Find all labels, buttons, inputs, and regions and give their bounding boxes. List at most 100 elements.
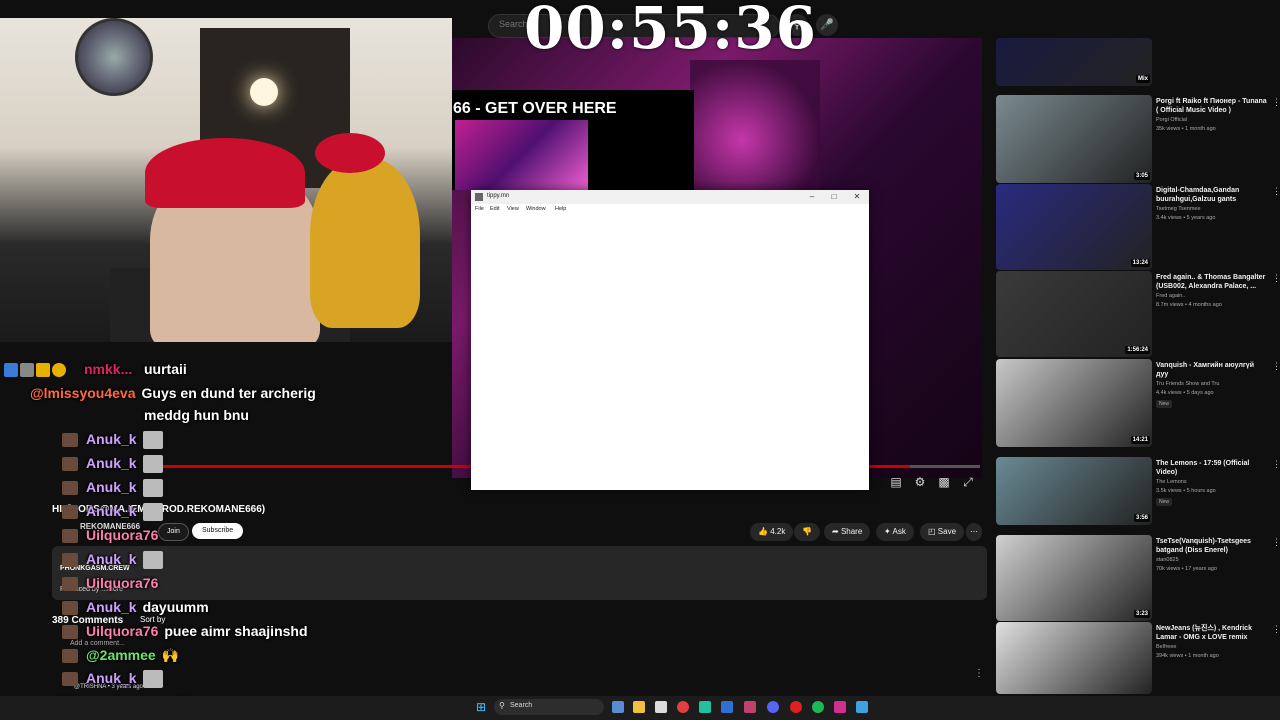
video-channel[interactable]: The Lemons: [1156, 479, 1187, 485]
recommended-video[interactable]: Mix: [996, 38, 1276, 86]
chat-message: Uilquora76: [62, 575, 164, 592]
minimize-icon[interactable]: –: [801, 191, 823, 203]
more-options-icon[interactable]: ⋮: [1272, 186, 1280, 197]
description-box[interactable]: [52, 546, 987, 600]
taskbar-search[interactable]: ⚲ Search: [494, 699, 604, 715]
save-button[interactable]: ◰ Save: [920, 523, 965, 541]
video-title[interactable]: Vanquish - Хамгийн аюулгүй дуу: [1156, 361, 1268, 379]
recommended-video[interactable]: NewJeans (뉴진스) , Kendrick Lamar - OMG x …: [996, 622, 1280, 694]
video-thumbnail[interactable]: 3:05: [996, 95, 1152, 183]
like-button[interactable]: 👍 4.2k: [750, 523, 794, 541]
menu-help[interactable]: Help: [555, 206, 566, 212]
close-icon[interactable]: ✕: [846, 191, 868, 203]
chat-message: Anuk_k: [62, 670, 163, 689]
taskbar-search-icon: ⚲: [499, 701, 505, 710]
video-thumbnail[interactable]: 3:56: [996, 457, 1152, 525]
video-title[interactable]: TseTse(Vanquish)-Tsetsgees batgand (Diss…: [1156, 537, 1268, 555]
more-options-icon[interactable]: ⋮: [1272, 361, 1280, 372]
chat-avatar: [62, 577, 78, 592]
new-badge: New: [1156, 498, 1173, 506]
chat-username: Anuk_k: [86, 599, 137, 615]
more-options-icon[interactable]: ⋮: [1272, 459, 1280, 470]
discord-icon[interactable]: [767, 701, 779, 713]
recommended-video[interactable]: 3:05 Porgi ft Raiko ft Пионер - Tunana ( …: [996, 95, 1280, 183]
chrome-icon[interactable]: [677, 701, 689, 713]
window-menubar: File Edit View Window Help: [471, 204, 869, 216]
more-actions-icon[interactable]: ⋯: [966, 523, 982, 541]
video-meta: 70k views • 17 years ago: [1156, 566, 1217, 572]
calculator-icon[interactable]: [655, 701, 667, 713]
recommended-video[interactable]: 3:23 TseTse(Vanquish)-Tsetsgees batgand (…: [996, 535, 1280, 621]
video-duration: 3:23: [1133, 610, 1150, 618]
video-thumbnail[interactable]: Mix: [996, 38, 1152, 86]
menu-file[interactable]: File: [475, 206, 484, 212]
menu-edit[interactable]: Edit: [490, 206, 499, 212]
chat-message: @lmissyou4eva Guys en dund ter archerig: [30, 385, 316, 401]
recommended-video[interactable]: 13:24 Digital-Chamdaa,Gandan buurahgui,Ga…: [996, 184, 1280, 270]
video-title[interactable]: Digital-Chamdaa,Gandan buurahgui,Galzuu …: [1156, 186, 1268, 204]
more-options-icon[interactable]: ⋮: [1272, 97, 1280, 108]
fullscreen-icon[interactable]: ⤢: [960, 475, 976, 489]
video-channel[interactable]: stan0825: [1156, 557, 1179, 563]
comment-menu-icon[interactable]: ⋮: [974, 668, 984, 679]
more-options-icon[interactable]: ⋮: [1272, 273, 1280, 284]
video-channel[interactable]: Tru Friends Show and Tru: [1156, 381, 1219, 387]
chat-emote: [142, 551, 163, 570]
task-view-icon[interactable]: [612, 701, 624, 713]
more-options-icon[interactable]: ⋮: [1272, 537, 1280, 548]
video-title[interactable]: Porgi ft Raiko ft Пионер - Tunana ( Offi…: [1156, 97, 1268, 115]
more-options-icon[interactable]: ⋮: [1272, 624, 1280, 635]
app-window[interactable]: tippy.mn – □ ✕ File Edit View Window Hel…: [471, 190, 869, 490]
recommended-video[interactable]: 3:56 The Lemons - 17:59 (Official Video) T…: [996, 457, 1280, 525]
video-title[interactable]: NewJeans (뉴진스) , Kendrick Lamar - OMG x …: [1156, 624, 1268, 642]
windows-start-icon[interactable]: ⊞: [474, 700, 488, 714]
video-title[interactable]: Fred again.. & Thomas Bangalter (USB002,…: [1156, 273, 1268, 291]
add-comment-input[interactable]: Add a comment...: [70, 640, 125, 647]
chat-avatar: [62, 649, 78, 664]
file-explorer-icon[interactable]: [633, 701, 645, 713]
dislike-button[interactable]: 👎: [794, 523, 820, 541]
opera-icon[interactable]: [790, 701, 802, 713]
video-thumbnail[interactable]: [996, 622, 1152, 694]
subtitles-icon[interactable]: ▤: [888, 475, 904, 489]
app-icon-magenta[interactable]: [834, 701, 846, 713]
subscribe-button[interactable]: Subscribe: [192, 523, 244, 539]
chat-avatar: [62, 553, 78, 568]
chat-badge-icon: [36, 363, 50, 378]
stream-timer: 00:55:36: [524, 0, 817, 62]
chat-emote: [142, 479, 163, 498]
notepad-icon[interactable]: [856, 701, 868, 713]
video-channel[interactable]: Tsetmeg Tsenmee: [1156, 206, 1201, 212]
app-icon-pink[interactable]: [744, 701, 756, 713]
video-thumbnail[interactable]: 13:24: [996, 184, 1152, 270]
chat-username: Anuk_k: [86, 551, 137, 567]
webcam-streamer-cap: [145, 138, 305, 208]
chat-message: Uilquora76: [62, 527, 164, 544]
theater-mode-icon[interactable]: ▩: [936, 475, 952, 489]
video-channel[interactable]: Belfreee: [1156, 644, 1177, 650]
video-channel[interactable]: Fred again..: [1156, 293, 1185, 299]
video-channel[interactable]: Porgi Official: [1156, 117, 1187, 123]
video-thumbnail[interactable]: 14:21: [996, 359, 1152, 447]
chat-message: Anuk_k: [62, 431, 163, 450]
recommended-video[interactable]: 1:56:24 Fred again.. & Thomas Bangalter (…: [996, 271, 1280, 357]
maximize-icon[interactable]: □: [823, 191, 845, 203]
video-thumbnail[interactable]: 1:56:24: [996, 271, 1152, 357]
spotify-icon[interactable]: [812, 701, 824, 713]
window-titlebar[interactable]: tippy.mn – □ ✕: [471, 190, 869, 204]
share-button[interactable]: ➦ Share: [824, 523, 871, 541]
ask-button[interactable]: ✦ Ask: [876, 523, 914, 541]
menu-window[interactable]: Window: [526, 206, 546, 212]
microphone-icon[interactable]: 🎤: [816, 14, 838, 36]
recommended-video[interactable]: 14:21 Vanquish - Хамгийн аюулгүй дуу Tru F…: [996, 359, 1280, 447]
chat-message-text: puee aimr shaajinshd: [164, 623, 308, 639]
chat-avatar: [62, 529, 78, 544]
video-thumbnail[interactable]: 3:23: [996, 535, 1152, 621]
video-title[interactable]: The Lemons - 17:59 (Official Video): [1156, 459, 1268, 477]
app-icon-teal[interactable]: [699, 701, 711, 713]
menu-view[interactable]: View: [507, 206, 519, 212]
settings-gear-icon[interactable]: ⚙: [912, 475, 928, 489]
chat-message: Anuk_k dayuumm: [62, 599, 209, 616]
thumbs-down-icon: 👎: [802, 527, 812, 536]
app-icon-blue[interactable]: [721, 701, 733, 713]
